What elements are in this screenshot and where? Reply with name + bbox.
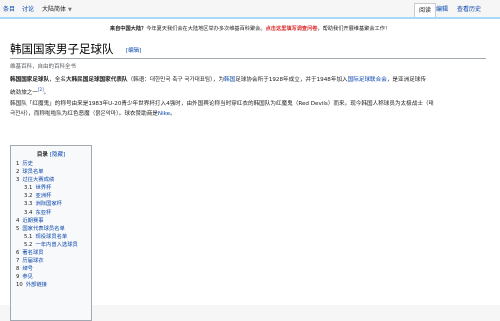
toc-item-label: 参见 xyxy=(22,274,33,281)
toc-list: 1 历史 2 球员名单 3 过往大赛成绩 3.1 世界杯 3.2 亚洲杯 3.3 洲际国家杯 3.4 东亚… xyxy=(16,160,78,290)
toc-item-label: 著名球员 xyxy=(22,250,44,257)
tagline: 维基百科，自由的百科全书 xyxy=(10,64,77,70)
toc-item[interactable]: 7 历届球衣 xyxy=(16,257,78,265)
site-notice: 来自中国大陆？今年夏天我们会在大陆地区举办多次维基百科聚会。点击这里填写调查问卷… xyxy=(0,25,500,33)
toc-item-label: 绰号 xyxy=(22,266,33,273)
toc-item-number: 6 xyxy=(16,250,20,257)
toc-item[interactable]: 8 绰号 xyxy=(16,265,78,273)
toc-item-number: 10 xyxy=(16,282,23,289)
toc-item[interactable]: 5.2 一年内曾入选球员 xyxy=(16,241,78,249)
toc-item-number: 5.2 xyxy=(24,241,33,248)
toc-item-number: 4 xyxy=(16,217,20,224)
subject-name: 韩国国家足球队 xyxy=(10,77,50,83)
chevron-down-icon: ▼ xyxy=(68,7,72,13)
toc-item-number: 7 xyxy=(16,258,20,265)
toc-item[interactable]: 1 历史 xyxy=(16,160,78,168)
toc-item-number: 1 xyxy=(16,161,20,167)
toc-item[interactable]: 6 著名球员 xyxy=(16,249,78,257)
text-run: ，全名 xyxy=(49,77,66,83)
toc-item-label: 亚洲杯 xyxy=(35,193,52,200)
text-run: （韩语：대한민국 축구 국가대표팀），为 xyxy=(127,77,225,83)
toc-item-number: 3 xyxy=(16,177,20,184)
toc-item[interactable]: 5.1 现役球员名单 xyxy=(16,233,78,241)
toc-item[interactable]: 3.3 洲际国家杯 xyxy=(16,200,78,208)
table-of-contents: 目录 [隐藏] 1 历史 2 球员名单 3 过往大赛成绩 3.1 世界杯 3.2 亚洲杯 3.3 洲际… xyxy=(10,145,92,321)
language-variant-dropdown[interactable]: 大陆简体 ▼ xyxy=(42,3,72,17)
toc-item-label: 东亚杯 xyxy=(35,209,52,216)
toc-item-label: 现役球员名单 xyxy=(35,233,68,240)
link-fifa[interactable]: 国际足球联合会 xyxy=(348,77,387,83)
tab-edit[interactable]: 编辑 xyxy=(436,3,448,17)
intro-paragraph-1: 韩国国家足球队，全名大韩民国足球国家代表队（韩语：대한민국 축구 국가대표팀），… xyxy=(10,75,488,98)
survey-link[interactable]: 点击这里填写调查问卷 xyxy=(266,26,318,32)
tab-history[interactable]: 查看历史 xyxy=(457,3,481,17)
text-run: 。 xyxy=(43,89,50,96)
tab-read[interactable]: 阅读 xyxy=(414,3,437,17)
site-notice-text: 今年夏天我们会在大陆地区举办多次维基百科聚会。 xyxy=(146,26,266,32)
toc-item-label: 球员名单 xyxy=(22,169,44,176)
toc-item-label: 洲际国家杯 xyxy=(35,201,62,208)
link-korea[interactable]: 韩国 xyxy=(224,77,235,83)
toc-item-label: 历届球衣 xyxy=(22,258,44,265)
toc-item[interactable]: 4 近期赛事 xyxy=(16,217,78,225)
title-divider xyxy=(10,58,486,59)
toc-item-label: 近期赛事 xyxy=(22,217,44,224)
edit-section-link[interactable]: [编辑] xyxy=(126,46,141,54)
toc-item-label: 历史 xyxy=(22,161,33,167)
toc-item-number: 2 xyxy=(16,169,20,176)
text-run: 。 xyxy=(170,111,176,117)
text-run: 足球协会所于1928年成立，并于1948年加入 xyxy=(235,77,348,83)
text-run: ，是亚洲足球传 xyxy=(386,77,426,83)
toc-item-label: 国家代表球员名单 xyxy=(22,225,65,232)
toc-item[interactable]: 9 参见 xyxy=(16,273,78,281)
tab-talk[interactable]: 讨论 xyxy=(22,3,34,17)
content-area: 来自中国大陆？今年夏天我们会在大陆地区举办多次维基百科聚会。点击这里填写调查问卷… xyxy=(0,18,500,321)
toc-item-number: 9 xyxy=(16,274,20,281)
page: 条目 讨论 大陆简体 ▼ 阅读 编辑 查看历史 来自中国大陆？今年夏天我们会在大陆… xyxy=(0,0,500,321)
tab-article[interactable]: 条目 xyxy=(3,3,15,17)
link-nike[interactable]: Nike xyxy=(158,111,170,117)
toc-item-label: 世界杯 xyxy=(35,185,52,192)
toc-item-number: 5 xyxy=(16,225,20,232)
toc-toggle-link[interactable]: [隐藏] xyxy=(50,152,65,158)
toc-item-number: 3.1 xyxy=(24,185,33,192)
text-run: 극전사），而称啦啦队为红色恶魔（붉은악마）。球衣赞助商是 xyxy=(10,111,158,117)
toc-item-label: 一年内曾入选球员 xyxy=(35,241,78,248)
toc-item[interactable]: 2 球员名单 xyxy=(16,168,78,176)
text-run: 韩国队「红魔鬼」的称号由来是1983年U-20青少年世界杯打入4强时，由外国舆论… xyxy=(10,101,434,107)
toc-item[interactable]: 3.1 世界杯 xyxy=(16,184,78,192)
toc-item-number: 3.2 xyxy=(24,193,33,200)
toc-item-label: 过往大赛成绩 xyxy=(22,177,55,184)
full-name: 大韩民国足球国家代表队 xyxy=(65,77,128,83)
toc-item[interactable]: 10 外部链接 xyxy=(16,281,78,289)
page-title: 韩国国家男子足球队 xyxy=(10,42,114,56)
toc-item[interactable]: 3.4 东亚杯 xyxy=(16,209,78,217)
toc-item-label: 外部链接 xyxy=(25,282,47,289)
toc-item[interactable]: 3.2 亚洲杯 xyxy=(16,192,78,200)
language-variant-label: 大陆简体 xyxy=(42,6,67,13)
toc-item-number: 8 xyxy=(16,266,20,273)
toc-item-number: 5.1 xyxy=(24,233,33,240)
intro-paragraph-2: 韩国队「红魔鬼」的称号由来是1983年U-20青少年世界杯打入4强时，由外国舆论… xyxy=(10,99,488,119)
site-notice-tail: ，帮助我们开展维基聚会工作！ xyxy=(317,26,391,32)
toc-item-number: 3.3 xyxy=(24,201,33,208)
toc-title: 目录 xyxy=(36,152,48,158)
toc-item-number: 3.4 xyxy=(24,209,33,216)
toc-header: 目录 [隐藏] xyxy=(11,150,91,158)
text-run: 统劲旅之一 xyxy=(10,89,38,96)
toc-item[interactable]: 3 过往大赛成绩 xyxy=(16,176,78,184)
site-notice-lead: 来自中国大陆？ xyxy=(109,26,147,32)
toc-item[interactable]: 5 国家代表球员名单 xyxy=(16,225,78,233)
